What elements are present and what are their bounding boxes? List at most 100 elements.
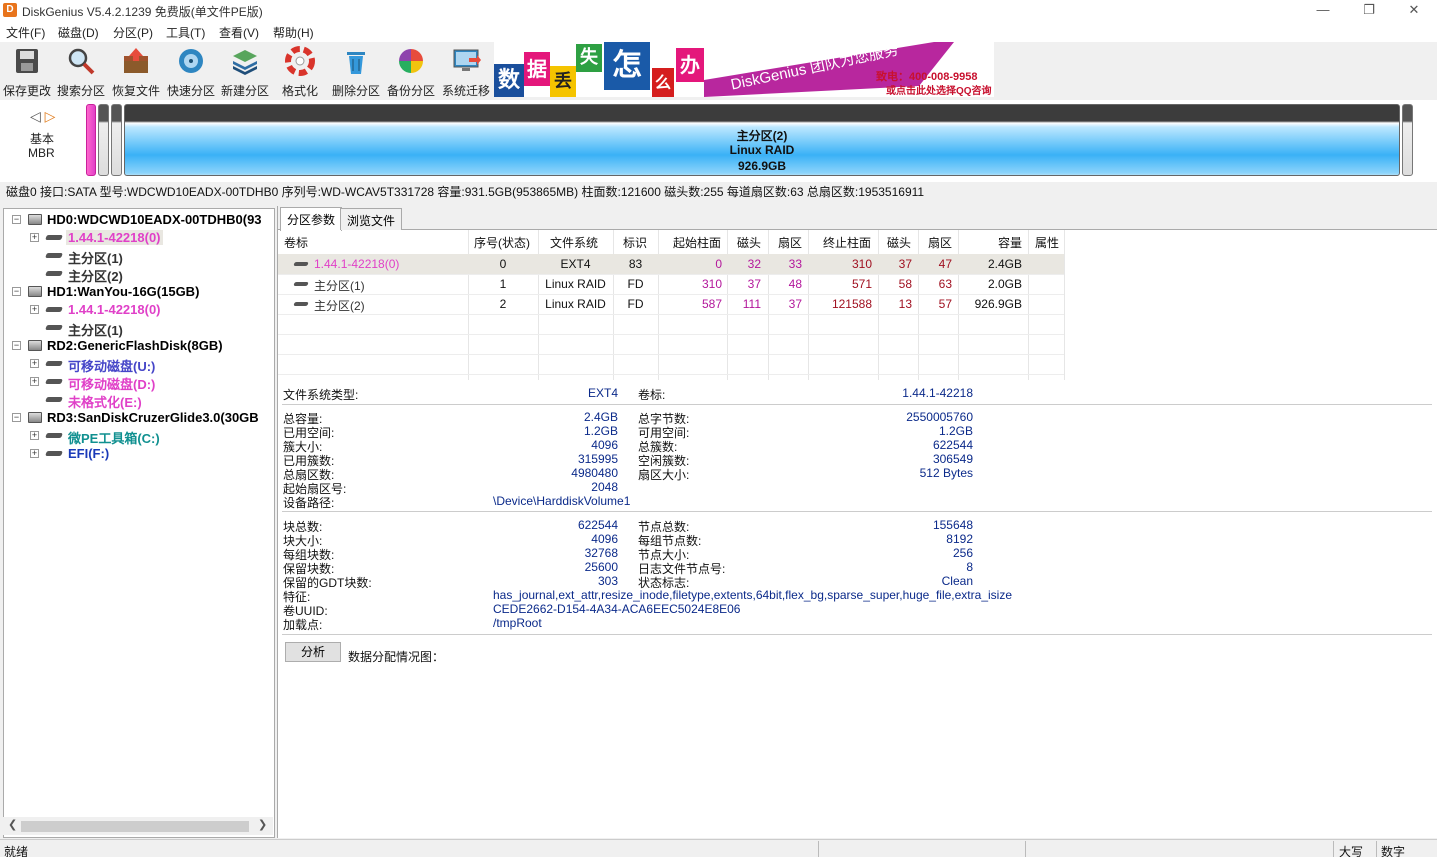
tree-partition-node[interactable]: 未格式化(E:) xyxy=(4,391,274,410)
restore-button[interactable]: ❐ xyxy=(1346,0,1392,22)
col-start-cylinder[interactable]: 起始柱面 xyxy=(673,234,721,251)
status-bar: 就绪 大写 数字 xyxy=(0,839,1437,857)
table-row[interactable]: 主分区(2) 2 Linux RAID FD 587 111 37 121588 13 57 926… xyxy=(278,294,1064,314)
device-path-label: 设备路径: xyxy=(283,496,335,510)
tree-disk-node[interactable]: − RD2:GenericFlashDisk(8GB) xyxy=(4,337,274,355)
tab-browse-files[interactable]: 浏览文件 xyxy=(340,208,403,230)
cell-end-head: 13 xyxy=(898,297,912,311)
col-volume-label[interactable]: 卷标 xyxy=(284,234,308,251)
data-allocation-label: 数据分配情况图： xyxy=(348,650,445,664)
partition-segment-ext4[interactable] xyxy=(86,104,96,176)
tree-disk-node[interactable]: − HD1:WanYou-16G(15GB) xyxy=(4,283,274,301)
collapse-icon[interactable]: − xyxy=(12,287,21,296)
backup-partition-button[interactable]: 备份分区 xyxy=(384,44,438,98)
partition-icon xyxy=(45,253,63,258)
tree-disk-node[interactable]: − RD3:SanDiskCruzerGlide3.0(30GB xyxy=(4,409,274,427)
scroll-left-icon[interactable]: ❮ xyxy=(8,818,17,831)
col-end-head[interactable]: 磁头 xyxy=(887,234,911,251)
advertisement-banner[interactable]: 数 据 丢 失 怎 么 办 DiskGenius 团队为您服务 致电：400-0… xyxy=(494,42,994,97)
details-separator xyxy=(282,511,1432,512)
partition-segment-free[interactable] xyxy=(111,104,122,176)
expand-icon[interactable]: + xyxy=(30,377,39,386)
scroll-thumb[interactable] xyxy=(21,821,249,832)
partition-details: 文件系统类型: EXT4 卷标: 1.44.1-42218 总容量: 2.4GB 总… xyxy=(278,382,1437,838)
expand-icon[interactable]: + xyxy=(30,359,39,368)
collapse-icon[interactable]: − xyxy=(12,215,21,224)
tree-partition-node[interactable]: + EFI(F:) xyxy=(4,445,274,463)
expand-icon[interactable]: + xyxy=(30,431,39,440)
partition-segment-main1[interactable] xyxy=(98,104,109,176)
tab-bar: 分区参数 浏览文件 xyxy=(278,206,1437,231)
menu-help[interactable]: 帮助(H) xyxy=(273,24,314,41)
cell-id: FD xyxy=(627,277,644,291)
col-start-sector[interactable]: 扇区 xyxy=(778,234,802,251)
tree-partition-node[interactable]: + 可移动磁盘(D:) xyxy=(4,373,274,392)
cell-fs: EXT4 xyxy=(560,257,591,271)
banner-qq-link[interactable]: 或点击此处选择QQ咨询 xyxy=(886,82,992,97)
system-migration-button[interactable]: 系统迁移 xyxy=(439,44,493,98)
next-disk-arrow-icon[interactable]: ▷ xyxy=(45,108,56,124)
tree-partition-node[interactable]: +1.44.1-42218(0) xyxy=(4,301,274,319)
partition-table: 卷标 序号(状态) 文件系统 标识 起始柱面 磁头 扇区 终止柱面 磁头 扇区 … xyxy=(278,230,1437,380)
cell-num: 2 xyxy=(499,297,507,311)
cell-fs: Linux RAID xyxy=(545,277,606,291)
save-button[interactable]: 保存更改 xyxy=(0,44,54,98)
new-partition-button[interactable]: 新建分区 xyxy=(218,44,272,98)
detail-value: 622544 xyxy=(932,438,973,452)
tree-partition-node[interactable]: +1.44.1-42218(0) xyxy=(4,229,274,247)
menu-tools[interactable]: 工具(T) xyxy=(166,24,205,41)
col-filesystem[interactable]: 文件系统 xyxy=(550,234,598,251)
mount-point-label: 加载点: xyxy=(283,618,323,632)
format-button[interactable]: 格式化 xyxy=(273,44,327,98)
collapse-icon[interactable]: − xyxy=(12,413,21,422)
minimize-button[interactable]: — xyxy=(1300,0,1346,22)
menu-partition[interactable]: 分区(P) xyxy=(113,24,153,41)
delete-partition-button[interactable]: 删除分区 xyxy=(329,44,383,98)
detail-value: 2.4GB xyxy=(583,410,618,424)
close-button[interactable]: ✕ xyxy=(1391,0,1437,22)
col-end-cylinder[interactable]: 终止柱面 xyxy=(823,234,871,251)
tree-partition-node[interactable]: + 微PE工具箱(C:) xyxy=(4,427,274,446)
prev-disk-arrow-icon[interactable]: ◁ xyxy=(30,108,41,124)
tree-partition-node[interactable]: 主分区(1) xyxy=(4,247,274,266)
col-capacity[interactable]: 容量 xyxy=(998,234,1022,251)
tree-horizontal-scrollbar[interactable]: ❮ ❯ xyxy=(3,817,273,835)
tree-partition-node[interactable]: 主分区(2) xyxy=(4,265,274,284)
table-row-divider xyxy=(278,314,1064,315)
tree-node-label: HD0:WDCWD10EADX-00TDHB0(93 xyxy=(47,212,262,227)
new-partition-icon xyxy=(233,50,257,75)
tab-partition-params[interactable]: 分区参数 xyxy=(280,207,343,231)
partition-icon xyxy=(45,271,63,276)
analyze-button[interactable]: 分析 xyxy=(285,642,341,662)
expand-icon[interactable]: + xyxy=(30,233,39,242)
collapse-icon[interactable]: − xyxy=(12,341,21,350)
table-row[interactable]: 1.44.1-42218(0) 0 EXT4 83 0 32 33 310 37 47 2.4GB xyxy=(278,254,1064,274)
expand-icon[interactable]: + xyxy=(30,305,39,314)
minimize-icon: — xyxy=(1316,2,1330,17)
search-icon xyxy=(68,48,95,75)
tree-partition-node[interactable]: + 可移动磁盘(U:) xyxy=(4,355,274,374)
tree-partition-node[interactable]: 主分区(1) xyxy=(4,319,274,338)
menu-disk[interactable]: 磁盘(D) xyxy=(58,24,99,41)
tree-node-label: RD3:SanDiskCruzerGlide3.0(30GB xyxy=(47,410,259,425)
col-start-head[interactable]: 磁头 xyxy=(737,234,761,251)
table-row[interactable]: 主分区(1) 1 Linux RAID FD 310 37 48 571 58 63 2.0GB xyxy=(278,274,1064,294)
col-end-sector[interactable]: 扇区 xyxy=(928,234,952,251)
col-attributes[interactable]: 属性 xyxy=(1035,234,1059,251)
partition-segment-end[interactable] xyxy=(1402,104,1413,176)
cell-start-head: 37 xyxy=(747,277,761,291)
menu-view[interactable]: 查看(V) xyxy=(219,24,259,41)
partition-segment-main2[interactable]: 主分区(2) Linux RAID 926.9GB xyxy=(124,104,1400,176)
menu-file[interactable]: 文件(F) xyxy=(6,24,45,41)
scroll-right-icon[interactable]: ❯ xyxy=(258,818,267,831)
col-id[interactable]: 标识 xyxy=(623,234,647,251)
quick-partition-button[interactable]: 快速分区 xyxy=(164,44,218,98)
search-partition-button[interactable]: 搜索分区 xyxy=(54,44,108,98)
tree-disk-node[interactable]: − HD0:WDCWD10EADX-00TDHB0(93 xyxy=(4,211,274,229)
disk-nav: ◁ ▷ xyxy=(30,108,55,125)
expand-icon[interactable]: + xyxy=(30,449,39,458)
col-index[interactable]: 序号(状态) xyxy=(474,234,530,251)
cell-start-sec: 37 xyxy=(788,297,802,311)
detail-value: 2048 xyxy=(591,480,618,494)
recover-files-button[interactable]: 恢复文件 xyxy=(109,44,163,98)
